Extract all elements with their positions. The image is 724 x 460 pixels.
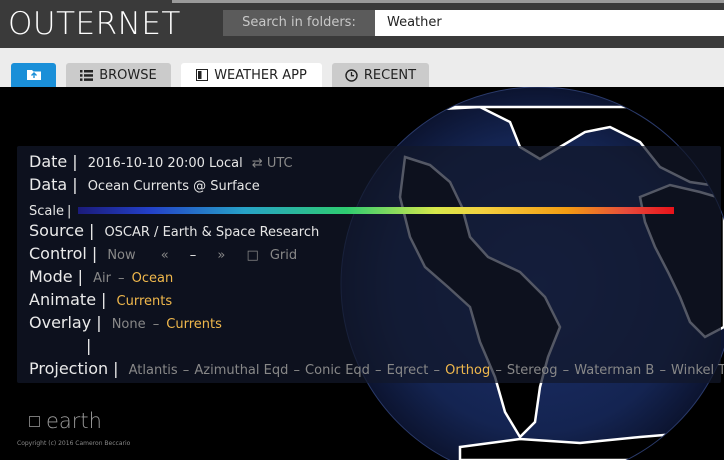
row-date: Date | 2016-10-10 20:00 Local ⇄ UTC — [29, 152, 293, 171]
color-scale-bar[interactable] — [78, 207, 675, 214]
source-label: Source — [29, 221, 84, 240]
animate-label: Animate — [29, 290, 97, 309]
mode-air[interactable]: Air — [93, 271, 111, 286]
separator: | — [113, 359, 119, 378]
row-data: Data | Ocean Currents @ Surface — [29, 175, 260, 194]
utc-toggle[interactable]: ⇄ UTC — [252, 156, 293, 171]
projection-azimuthal-eqd[interactable]: Azimuthal Eqd — [194, 363, 288, 378]
copyright-text: Copyright (c) 2016 Cameron Beccario — [17, 440, 131, 447]
source-value: OSCAR / Earth & Space Research — [104, 225, 320, 240]
projection-eqrect[interactable]: Eqrect — [387, 363, 429, 378]
clock-icon — [345, 68, 358, 82]
mode-label: Mode — [29, 267, 73, 286]
animate-currents[interactable]: Currents — [117, 294, 173, 309]
tab-browse[interactable]: BROWSE — [66, 63, 171, 87]
row-scale: Scale | — [29, 200, 675, 219]
projection-dash: – — [495, 363, 502, 378]
tab-folder[interactable] — [11, 63, 56, 87]
separator: | — [101, 290, 107, 309]
date-label: Date — [29, 152, 68, 171]
row-overlay: Overlay | None – Currents — [29, 313, 222, 332]
projection-dash: – — [375, 363, 382, 378]
row-animate: Animate | Currents — [29, 290, 172, 309]
scale-label: Scale — [29, 204, 64, 219]
control-prev[interactable]: « — [161, 248, 169, 263]
control-grid[interactable]: Grid — [270, 248, 297, 263]
row-empty: | — [81, 336, 96, 355]
projection-dash: – — [182, 363, 190, 378]
separator: | — [86, 336, 92, 355]
projection-dash: – — [293, 363, 300, 378]
data-label: Data — [29, 175, 68, 194]
tab-recent[interactable]: RECENT — [332, 63, 429, 87]
projection-waterman-b[interactable]: Waterman B — [574, 363, 654, 378]
tab-recent-label: RECENT — [363, 67, 417, 83]
projection-orthog[interactable]: Orthog — [445, 363, 490, 378]
projection-dash: – — [659, 363, 666, 378]
projection-conic-eqd[interactable]: Conic Eqd — [305, 363, 370, 378]
control-next[interactable]: » — [217, 248, 225, 263]
separator: | — [88, 221, 95, 240]
separator: | — [72, 152, 78, 171]
search-input[interactable]: Weather — [375, 10, 724, 36]
control-panel: Date | 2016-10-10 20:00 Local ⇄ UTC Data |… — [17, 146, 724, 383]
overlay-none[interactable]: None — [112, 317, 146, 332]
tab-weather-label: WEATHER APP — [214, 67, 307, 83]
separator: | — [72, 175, 78, 194]
search-bar: Search in folders: Weather — [223, 10, 724, 36]
app-logo[interactable]: OUTERNET — [8, 6, 181, 42]
control-label: Control — [29, 244, 87, 263]
projection-dash: – — [433, 363, 441, 378]
overlay-label: Overlay — [29, 313, 92, 332]
row-source: Source | OSCAR / Earth & Space Research — [29, 221, 319, 240]
separator: | — [96, 313, 102, 332]
overlay-currents[interactable]: Currents — [166, 317, 222, 332]
separator: | — [66, 204, 72, 219]
row-projection: Projection | Atlantis – Azimuthal Eqd – C… — [29, 359, 724, 378]
mode-ocean[interactable]: Ocean — [132, 271, 174, 286]
separator: | — [77, 267, 83, 286]
row-mode: Mode | Air – Ocean — [29, 267, 173, 286]
earth-menu[interactable]: earth — [29, 409, 102, 433]
tab-weather-app[interactable]: WEATHER APP — [181, 63, 322, 87]
row-control: Control | Now « – » □ Grid — [29, 244, 297, 263]
menu-box-icon — [29, 415, 40, 427]
projection-atlantis[interactable]: Atlantis — [129, 363, 178, 378]
projection-dash: – — [562, 363, 570, 378]
date-value[interactable]: 2016-10-10 20:00 Local — [88, 156, 243, 171]
separator: | — [91, 244, 98, 263]
list-icon — [80, 69, 94, 81]
mode-dash: – — [118, 271, 125, 286]
control-now[interactable]: Now — [107, 248, 135, 263]
header-accent-line — [172, 0, 724, 3]
tab-browse-label: BROWSE — [99, 67, 157, 83]
search-label: Search in folders: — [223, 10, 375, 36]
data-value: Ocean Currents @ Surface — [87, 179, 260, 194]
weather-app-view: Date | 2016-10-10 20:00 Local ⇄ UTC Data |… — [0, 87, 724, 460]
folder-icon — [26, 70, 41, 80]
overlay-dash: – — [152, 317, 160, 332]
earth-brand-text: earth — [46, 409, 102, 433]
projection-winkel-t[interactable]: Winkel T — [671, 363, 724, 378]
control-dash: – — [189, 248, 197, 263]
projection-stereog[interactable]: Stereog — [507, 363, 558, 378]
app-window-icon — [196, 69, 209, 81]
tab-bar: BROWSE WEATHER APP RECENT — [0, 48, 724, 87]
grid-checkbox[interactable]: □ — [246, 248, 258, 263]
projection-label: Projection — [29, 359, 109, 378]
header: OUTERNET Search in folders: Weather — [0, 0, 724, 48]
